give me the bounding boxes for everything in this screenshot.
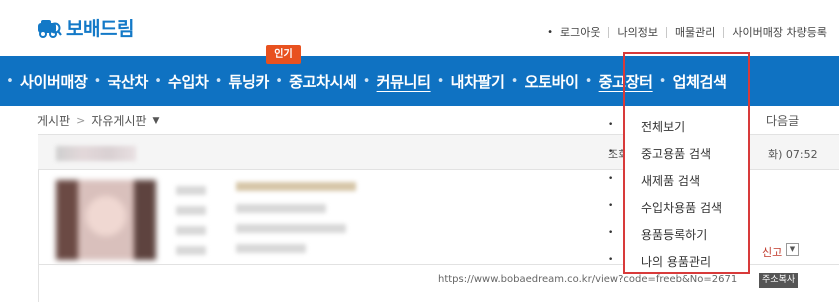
bullet-icon: • [608,255,614,265]
caret-down-icon[interactable]: ▼ [153,116,160,126]
nav-item-domestic[interactable]: 국산차 [108,71,149,92]
nav-item-community[interactable]: 커뮤니티 [377,71,431,92]
breadcrumb-root[interactable]: 게시판 [37,112,70,129]
top-links: • 로그아웃 나의정보 매물관리 사이버매장 차량등록 [547,24,827,40]
nav-dot: • [436,73,445,89]
nav-item-sell-car[interactable]: 내차팔기 [451,71,505,92]
copy-url-button[interactable]: 주소복사 [759,273,799,288]
bullet-icon: • [608,201,614,211]
nav-item-tuning[interactable]: 튜닝카 [229,71,270,92]
cyber-store-register-link[interactable]: 사이버매장 차량등록 [732,24,827,40]
blurred-thumbnail [56,180,156,260]
site-logo[interactable]: 보배드림 [36,14,134,41]
used-market-dropdown: 전체보기 중고용품 검색 새제품 검색 수입차용품 검색 용품등록하기 나의 용… [624,106,750,274]
dropdown-item-all[interactable]: 전체보기 [641,118,685,135]
post-border [38,170,39,302]
blurred-text [236,244,306,253]
post-url: https://www.bobaedream.co.kr/view?code=f… [438,274,738,285]
report-link[interactable]: 신고 [762,244,782,260]
nav-item-motorcycle[interactable]: 오토바이 [525,71,579,92]
bullet-icon: • [608,120,614,130]
blurred-text [236,224,346,233]
logo-text: 보배드림 [66,18,134,40]
divider [723,26,725,38]
my-info-link[interactable]: 나의정보 [617,24,657,40]
nav-dot: • [275,73,283,89]
nav-item-used-price[interactable]: 중고차시세 [289,71,357,92]
listing-manage-link[interactable]: 매물관리 [675,24,715,40]
dropdown-item-import-parts[interactable]: 수입차용품 검색 [641,199,722,216]
nav-item-used-market[interactable]: 중고장터 [599,71,653,92]
main-nav: • 사이버매장 • 국산차 • 수입차 • 튜닝카 • 중고차시세 • 커뮤니티… [0,56,839,106]
next-post-link[interactable]: 다음글 [766,112,799,129]
nav-dot: • [214,73,223,89]
nav-items: • 사이버매장 • 국산차 • 수입차 • 튜닝카 • 중고차시세 • 커뮤니티… [0,56,727,106]
nav-dot: • [6,73,14,89]
blurred-title [56,146,136,161]
blurred-text [176,186,206,195]
nav-dot: • [584,73,593,89]
blurred-text [176,226,206,235]
nav-item-imported[interactable]: 수입차 [168,71,209,92]
nav-item-business-search[interactable]: 업체검색 [673,71,727,92]
report-dropdown-icon[interactable]: ▼ [786,243,799,256]
logout-link[interactable]: 로그아웃 [560,24,600,40]
nav-dot: • [154,73,162,89]
blurred-text [176,246,206,255]
dropdown-item-register[interactable]: 용품등록하기 [641,226,707,243]
nav-dot: • [93,73,102,89]
divider [665,26,667,38]
bullet-icon: • [608,228,614,238]
chevron-right-icon: > [76,114,86,127]
dropdown-item-my-parts[interactable]: 나의 용품관리 [641,253,711,270]
blurred-text [236,204,326,213]
bullet-icon: • [608,147,614,157]
blurred-text [176,206,206,215]
hot-badge: 인기 [266,45,301,64]
nav-dot: • [658,73,667,89]
dropdown-item-new-parts[interactable]: 새제품 검색 [641,172,700,189]
dropdown-item-used-parts[interactable]: 중고용품 검색 [641,145,711,162]
breadcrumb: 게시판 > 자유게시판 ▼ [37,112,159,129]
post-time: 화) 07:52 [768,148,818,161]
bullet-icon: • [547,26,553,38]
nav-dot: • [510,73,519,89]
site-header: 보배드림 • 로그아웃 나의정보 매물관리 사이버매장 차량등록 [0,0,839,56]
divider [608,26,610,38]
nav-item-cyber-store[interactable]: 사이버매장 [20,71,88,92]
blurred-text [236,182,356,191]
car-logo-icon [38,19,62,38]
nav-dot: • [362,73,371,89]
breadcrumb-current[interactable]: 자유게시판 [91,112,146,129]
bullet-icon: • [608,174,614,184]
